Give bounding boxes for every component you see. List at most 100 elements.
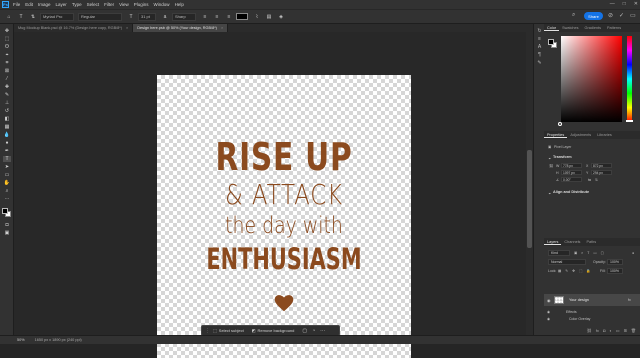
angle-input[interactable]: 0.00° xyxy=(561,177,582,182)
tab-properties[interactable]: Properties xyxy=(544,133,568,138)
character-panel-icon[interactable]: A xyxy=(536,44,543,50)
hue-slider[interactable] xyxy=(627,36,632,122)
add-style-icon[interactable]: fx xyxy=(596,328,599,333)
type-tool-icon[interactable]: T xyxy=(3,156,11,162)
canvas-workspace[interactable]: RISE UP & ATTACK the day with ENTHUSIASM xyxy=(14,32,533,358)
font-family-select[interactable]: Myriad Pro xyxy=(40,12,74,21)
fill-input[interactable]: 100% xyxy=(607,268,623,274)
tab-swatches[interactable]: Swatches xyxy=(559,26,581,30)
delete-layer-icon[interactable]: 🗑 xyxy=(631,328,636,333)
layer-thumbnail[interactable] xyxy=(554,296,564,304)
marquee-tool-icon[interactable]: ⬚ xyxy=(3,36,11,42)
layer-filter-icons[interactable]: ▣ ◐ T ▭ ▢ xyxy=(574,251,605,255)
font-size-select[interactable]: 31 pt xyxy=(138,12,156,21)
opacity-input[interactable]: 100% xyxy=(607,259,623,265)
lock-bar-icon[interactable]: ▢ xyxy=(302,328,307,334)
menu-file[interactable]: File xyxy=(13,2,20,7)
move-tool-icon[interactable]: ✥ xyxy=(3,28,11,34)
close-tab-icon[interactable]: × xyxy=(126,26,128,30)
tab-mug-mockup[interactable]: Mug Mockup Blank.psd @ 16.7% (Design her… xyxy=(14,24,134,32)
layer-name[interactable]: Your design xyxy=(569,298,589,302)
align-center-icon[interactable]: ≡ xyxy=(212,12,222,21)
history-panel-icon[interactable]: ↻ xyxy=(536,28,543,34)
search-icon[interactable]: ⌕ xyxy=(572,12,575,19)
effects-visibility-icon[interactable]: ◉ xyxy=(547,310,550,314)
menu-type[interactable]: Type xyxy=(72,2,82,7)
filter-toggle-icon[interactable]: ● xyxy=(632,251,634,255)
x-input[interactable]: 872 px xyxy=(591,163,612,168)
eraser-tool-icon[interactable]: ◧ xyxy=(3,116,11,122)
text-orientation-icon[interactable]: ⇅ xyxy=(28,12,38,21)
close-window-button[interactable]: ✕ xyxy=(634,1,638,7)
chevron-down-icon[interactable]: ⌄ xyxy=(548,155,551,160)
color-picker-cursor[interactable] xyxy=(558,122,562,126)
tab-patterns[interactable]: Patterns xyxy=(604,26,624,30)
document-canvas[interactable]: RISE UP & ATTACK the day with ENTHUSIASM xyxy=(157,75,411,358)
layer-filter-kind-select[interactable]: Kind xyxy=(548,250,570,256)
vertical-scrollbar[interactable] xyxy=(526,32,533,335)
foreground-color-swatch[interactable] xyxy=(548,39,554,45)
pen-tool-icon[interactable]: ✒ xyxy=(3,148,11,154)
select-subject-button[interactable]: ⬚ Select subject xyxy=(213,328,244,333)
lasso-tool-icon[interactable]: ʘ xyxy=(3,44,11,50)
font-style-select[interactable]: Regular xyxy=(78,12,122,21)
properties-panel-icon[interactable]: ≡ xyxy=(536,36,543,42)
cancel-edit-icon[interactable]: ⊘ xyxy=(608,12,613,19)
tab-color[interactable]: Color xyxy=(544,26,560,31)
type-tool-preset-icon[interactable]: T xyxy=(16,12,26,21)
hue-slider-knob[interactable] xyxy=(626,120,633,122)
brush-settings-icon[interactable]: ✎ xyxy=(536,60,543,66)
rectangle-tool-icon[interactable]: ▭ xyxy=(3,172,11,178)
layer-effects-icon[interactable]: fx xyxy=(628,298,631,302)
link-layers-icon[interactable]: ⛓ xyxy=(587,328,592,333)
align-left-icon[interactable]: ≡ xyxy=(200,12,210,21)
scrollbar-thumb[interactable] xyxy=(527,150,532,248)
text-color-swatch[interactable] xyxy=(236,13,248,20)
frame-tool-icon[interactable]: ⊠ xyxy=(3,68,11,74)
blend-mode-select[interactable]: Normal xyxy=(548,259,586,265)
new-group-icon[interactable]: ▭ xyxy=(616,328,620,333)
tab-libraries[interactable]: Libraries xyxy=(594,133,615,137)
minimize-button[interactable]: — xyxy=(610,1,615,7)
healing-brush-tool-icon[interactable]: ✚ xyxy=(3,84,11,90)
workspace-icon[interactable]: ▭ xyxy=(630,12,636,19)
blur-tool-icon[interactable]: 💧 xyxy=(3,132,11,138)
menu-image[interactable]: Image xyxy=(38,2,51,7)
flip-horizontal-icon[interactable]: ⇆ xyxy=(588,178,591,182)
eyedropper-tool-icon[interactable]: ⁄ xyxy=(3,76,11,82)
align-section-title[interactable]: Align and Distribute xyxy=(553,190,589,194)
document-info[interactable]: 1650 px x 1890 px (240 ppi) xyxy=(35,338,82,342)
tab-design-here[interactable]: Design here.psb @ 50% (Your design, RGB/… xyxy=(133,24,229,32)
gradient-tool-icon[interactable]: ▦ xyxy=(3,124,11,130)
menu-select[interactable]: Select xyxy=(87,2,100,7)
remove-background-button[interactable]: ◩ Remove background xyxy=(252,328,295,333)
color-overlay-visibility-icon[interactable]: ◉ xyxy=(547,317,550,321)
layer-row-your-design[interactable]: ◉ Your design fx xyxy=(544,294,640,306)
drag-handle-icon[interactable]: ⋮ xyxy=(205,328,210,334)
character-panel-icon[interactable]: ▤ xyxy=(264,12,274,21)
new-layer-icon[interactable]: ⊞ xyxy=(624,328,627,333)
menu-window[interactable]: Window xyxy=(154,2,170,7)
commit-edit-icon[interactable]: ✓ xyxy=(619,12,624,19)
maximize-button[interactable]: □ xyxy=(623,1,626,7)
paragraph-panel-icon[interactable]: ¶ xyxy=(536,52,543,58)
home-icon[interactable]: ⌂ xyxy=(4,12,14,21)
path-selection-tool-icon[interactable]: ➤ xyxy=(3,164,11,170)
history-brush-tool-icon[interactable]: ↺ xyxy=(3,108,11,114)
menu-layer[interactable]: Layer xyxy=(56,2,67,7)
align-right-icon[interactable]: ≡ xyxy=(224,12,234,21)
chevron-down-icon[interactable]: ⌄ xyxy=(548,190,551,195)
flip-vertical-icon[interactable]: ⇅ xyxy=(595,178,598,182)
screen-mode-icon[interactable]: ▣ xyxy=(3,230,11,236)
width-input[interactable]: 778 px xyxy=(561,163,582,168)
menu-edit[interactable]: Edit xyxy=(25,2,33,7)
link-dimensions-icon[interactable]: ⛓ xyxy=(549,164,553,168)
dodge-tool-icon[interactable]: ● xyxy=(3,140,11,146)
y-input[interactable]: 294 px xyxy=(591,170,612,175)
add-mask-icon[interactable]: ◘ xyxy=(603,328,605,333)
close-tab-icon[interactable]: × xyxy=(221,26,223,30)
pin-bar-icon[interactable]: ◔ xyxy=(312,328,315,334)
tab-gradients[interactable]: Gradients xyxy=(582,26,604,30)
zoom-tool-icon[interactable]: ⌕ xyxy=(3,188,11,194)
adjustment-layer-icon[interactable]: ◐ xyxy=(609,328,611,333)
